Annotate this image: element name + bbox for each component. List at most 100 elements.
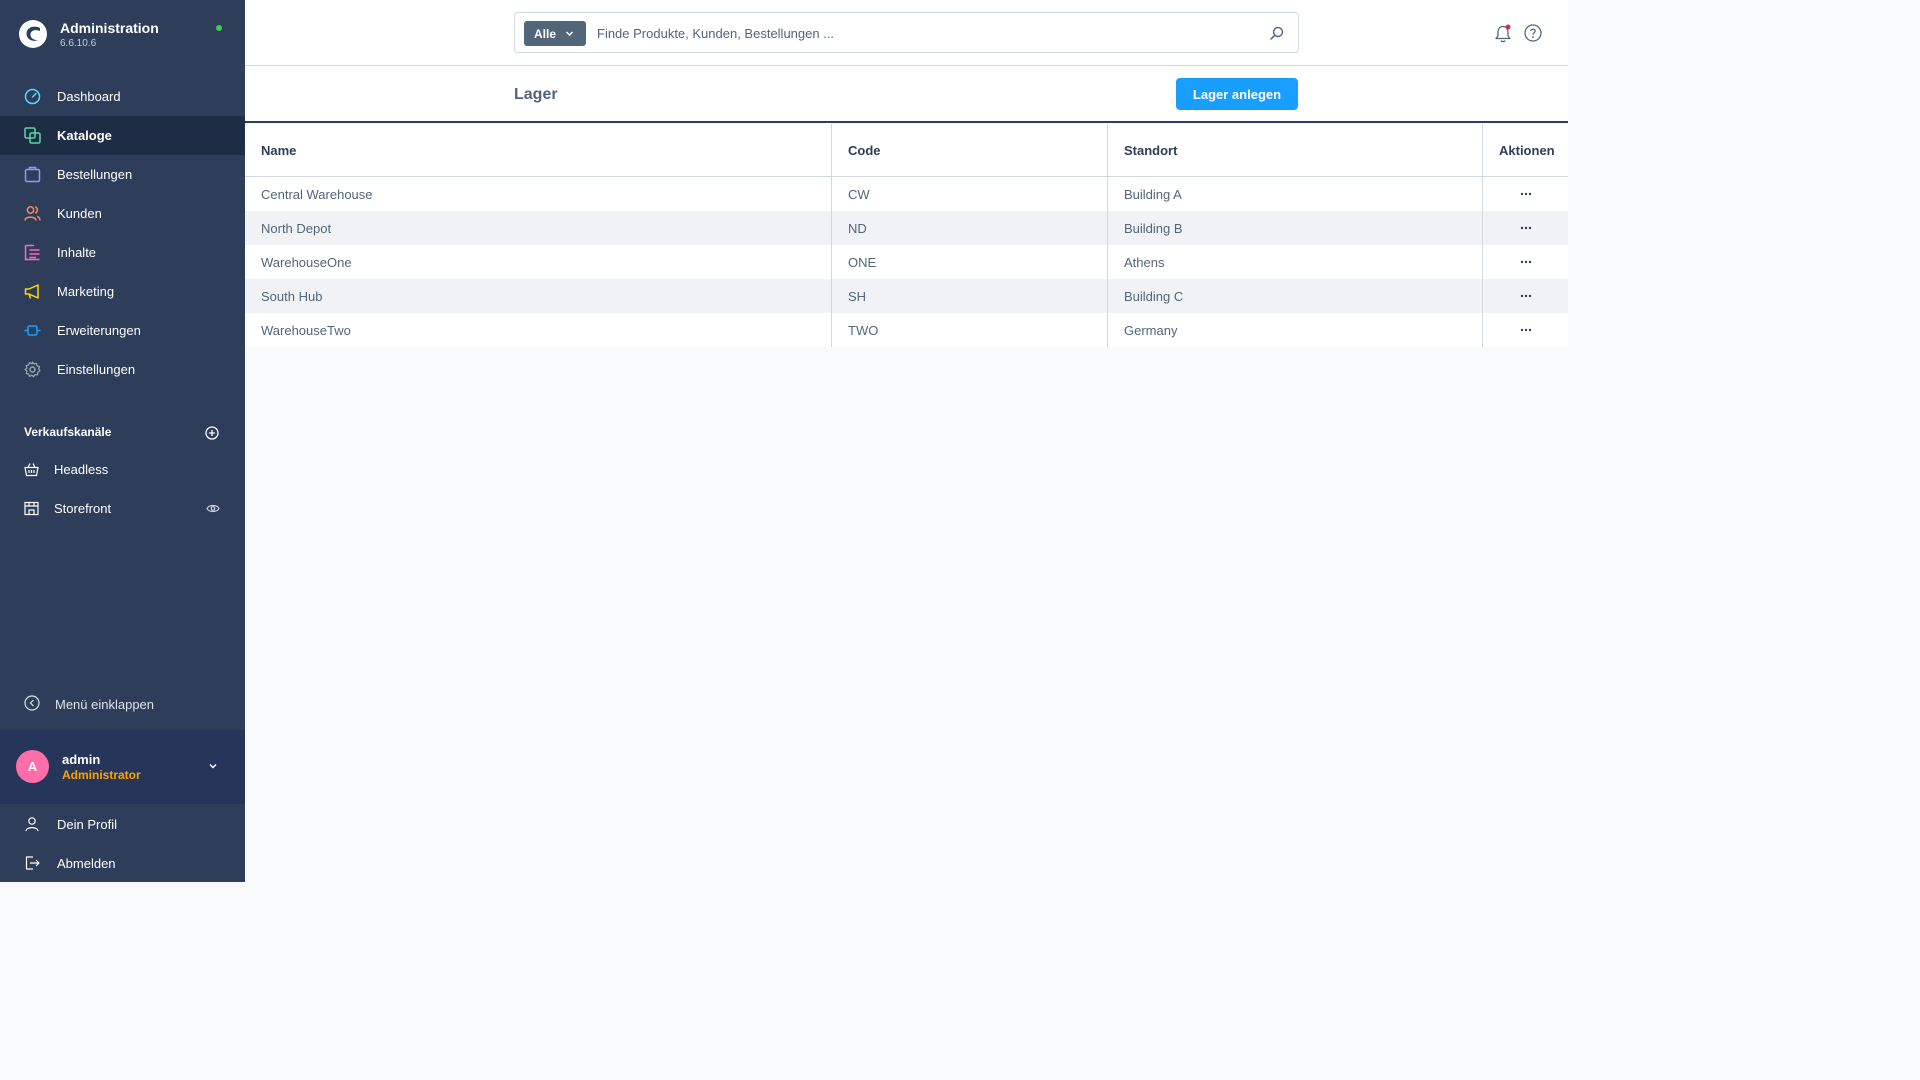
help-icon[interactable] bbox=[1524, 24, 1542, 42]
search-type-label: Alle bbox=[534, 27, 557, 41]
table-header: Name Code Standort Aktionen bbox=[245, 124, 1568, 177]
status-dot bbox=[216, 25, 222, 31]
nav-label: Bestellungen bbox=[57, 167, 133, 182]
profile-link[interactable]: Dein Profil bbox=[0, 804, 245, 843]
chevron-left-circle-icon bbox=[24, 695, 40, 711]
cell-name: WarehouseTwo bbox=[245, 313, 832, 347]
column-header-actions: Aktionen bbox=[1499, 143, 1555, 158]
cell-location: Building C bbox=[1108, 279, 1483, 313]
cell-name: North Depot bbox=[245, 211, 832, 245]
marketing-icon bbox=[24, 284, 39, 299]
global-search: Alle bbox=[514, 12, 1299, 53]
cell-location: Athens bbox=[1108, 245, 1483, 279]
orders-icon bbox=[24, 166, 41, 183]
nav-label: Kunden bbox=[57, 206, 102, 221]
logout-icon bbox=[25, 856, 40, 870]
page-header: Lager Lager anlegen bbox=[245, 66, 1568, 123]
more-actions-icon[interactable] bbox=[1520, 294, 1532, 298]
catalog-icon bbox=[24, 127, 41, 144]
user-icon bbox=[25, 817, 39, 832]
logout-label: Abmelden bbox=[57, 856, 116, 871]
storefront-icon bbox=[24, 501, 39, 516]
cell-actions bbox=[1483, 279, 1568, 313]
chevron-down-icon[interactable] bbox=[208, 762, 218, 770]
table-row[interactable]: North Depot ND Building B bbox=[245, 211, 1568, 245]
eye-icon[interactable] bbox=[206, 503, 220, 514]
sales-channel-headless[interactable]: Headless bbox=[0, 450, 245, 489]
logout-link[interactable]: Abmelden bbox=[0, 843, 245, 882]
table-row[interactable]: WarehouseTwo TWO Germany bbox=[245, 313, 1568, 347]
cell-code: SH bbox=[832, 279, 1108, 313]
basket-icon bbox=[24, 463, 39, 477]
chevron-down-icon bbox=[565, 31, 574, 37]
column-header-code[interactable]: Code bbox=[832, 124, 1108, 176]
cell-location: Building A bbox=[1108, 177, 1483, 211]
brand-header: Administration 6.6.10.6 bbox=[0, 0, 245, 68]
cell-actions bbox=[1483, 211, 1568, 245]
settings-icon bbox=[24, 361, 41, 378]
cell-code: ND bbox=[832, 211, 1108, 245]
top-bar: Alle bbox=[245, 0, 1568, 66]
nav-item-orders[interactable]: Bestellungen bbox=[0, 155, 245, 194]
cell-actions bbox=[1483, 313, 1568, 347]
profile-label: Dein Profil bbox=[57, 817, 117, 832]
cell-name: Central Warehouse bbox=[245, 177, 832, 211]
cell-actions bbox=[1483, 177, 1568, 211]
nav-label: Erweiterungen bbox=[57, 323, 141, 338]
nav-label: Marketing bbox=[57, 284, 115, 299]
content-icon bbox=[24, 244, 40, 261]
sales-channels-title: Verkaufskanäle bbox=[24, 425, 112, 439]
user-menu[interactable]: A admin Administrator bbox=[0, 730, 245, 804]
more-actions-icon[interactable] bbox=[1520, 260, 1532, 264]
warehouse-table: Name Code Standort Aktionen Central Ware… bbox=[245, 124, 1568, 347]
nav-item-customers[interactable]: Kunden bbox=[0, 194, 245, 233]
customers-icon bbox=[24, 206, 41, 221]
search-type-select[interactable]: Alle bbox=[524, 21, 586, 46]
table-row[interactable]: Central Warehouse CW Building A bbox=[245, 177, 1568, 211]
more-actions-icon[interactable] bbox=[1520, 226, 1532, 230]
nav-item-marketing[interactable]: Marketing bbox=[0, 272, 245, 311]
table-row[interactable]: South Hub SH Building C bbox=[245, 279, 1568, 313]
nav-item-content[interactable]: Inhalte bbox=[0, 233, 245, 272]
cell-code: CW bbox=[832, 177, 1108, 211]
dashboard-icon bbox=[24, 88, 41, 105]
nav-label: Inhalte bbox=[57, 245, 97, 260]
channel-label: Headless bbox=[54, 462, 109, 477]
add-sales-channel-icon[interactable] bbox=[205, 426, 219, 440]
search-input[interactable] bbox=[597, 21, 1257, 46]
create-warehouse-button[interactable]: Lager anlegen bbox=[1176, 78, 1298, 110]
table-row[interactable]: WarehouseOne ONE Athens bbox=[245, 245, 1568, 279]
column-header-location[interactable]: Standort bbox=[1108, 124, 1483, 176]
app-version: 6.6.10.6 bbox=[60, 38, 97, 49]
nav-item-settings[interactable]: Einstellungen bbox=[0, 350, 245, 389]
cell-code: ONE bbox=[832, 245, 1108, 279]
app-title: Administration bbox=[60, 20, 159, 36]
user-role: Administrator bbox=[62, 768, 141, 782]
nav-label: Dashboard bbox=[57, 89, 121, 104]
cell-location: Germany bbox=[1108, 313, 1483, 347]
shopware-logo-icon bbox=[19, 20, 47, 48]
more-actions-icon[interactable] bbox=[1520, 192, 1532, 196]
channel-label: Storefront bbox=[54, 501, 112, 516]
collapse-menu-button[interactable]: Menü einklappen bbox=[0, 690, 245, 718]
column-header-name[interactable]: Name bbox=[245, 124, 832, 176]
nav-label: Einstellungen bbox=[57, 362, 136, 377]
cell-code: TWO bbox=[832, 313, 1108, 347]
nav-item-dashboard[interactable]: Dashboard bbox=[0, 77, 245, 116]
nav-item-extensions[interactable]: Erweiterungen bbox=[0, 311, 245, 350]
sales-channel-storefront[interactable]: Storefront bbox=[0, 489, 245, 528]
search-icon[interactable] bbox=[1270, 26, 1284, 40]
extensions-icon bbox=[24, 325, 41, 336]
collapse-label: Menü einklappen bbox=[55, 697, 155, 712]
nav-label: Kataloge bbox=[57, 128, 112, 143]
nav-item-catalogs[interactable]: Kataloge bbox=[0, 116, 245, 155]
cell-name: WarehouseOne bbox=[245, 245, 832, 279]
cell-name: South Hub bbox=[245, 279, 832, 313]
user-name: admin bbox=[62, 752, 101, 767]
cell-location: Building B bbox=[1108, 211, 1483, 245]
cell-actions bbox=[1483, 245, 1568, 279]
more-actions-icon[interactable] bbox=[1520, 328, 1532, 332]
notification-bell-icon[interactable] bbox=[1494, 24, 1512, 43]
avatar: A bbox=[16, 750, 49, 783]
sidebar: Administration 6.6.10.6 Dashboard Katalo… bbox=[0, 0, 245, 882]
